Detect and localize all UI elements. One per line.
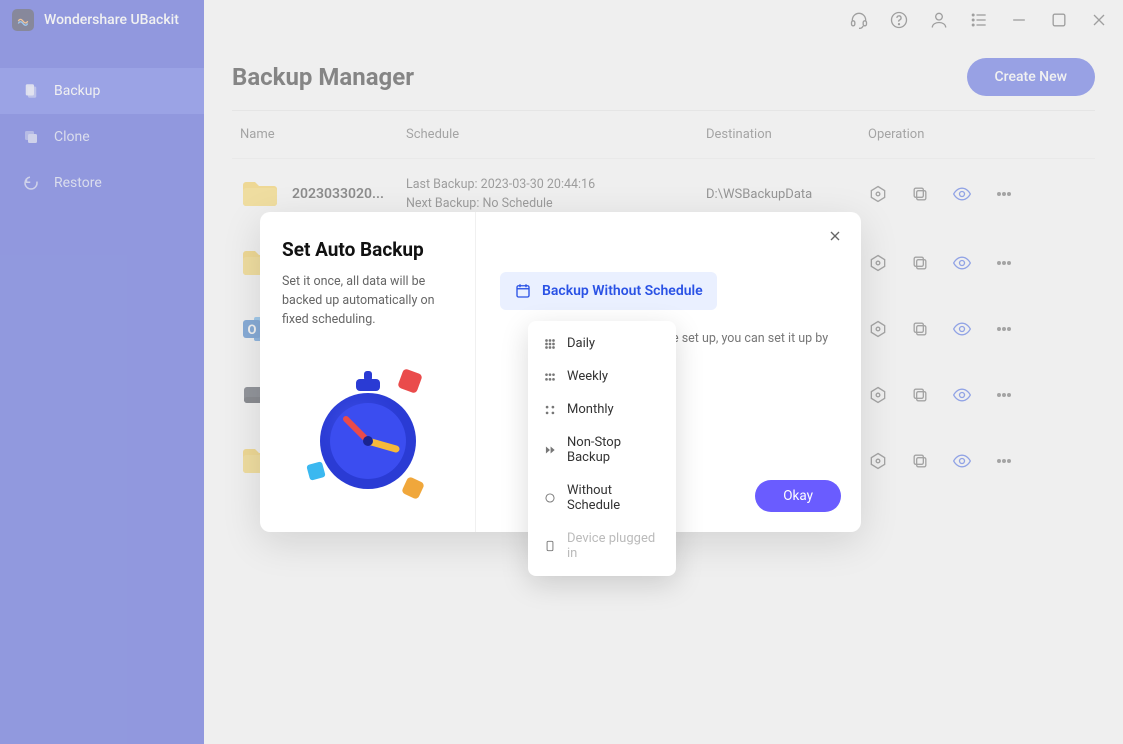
grid-dots-icon bbox=[543, 403, 557, 417]
grid-dots-icon bbox=[543, 370, 557, 384]
modal-title: Set Auto Backup bbox=[282, 238, 453, 261]
device-icon bbox=[543, 539, 557, 553]
dropdown-item-label: Without Schedule bbox=[567, 483, 661, 513]
modal-hint-text: e set up, you can set it up by bbox=[672, 330, 842, 349]
schedule-selector-button[interactable]: Backup Without Schedule bbox=[500, 272, 717, 310]
dropdown-item-weekly[interactable]: Weekly bbox=[528, 360, 676, 393]
circle-outline-icon bbox=[543, 491, 557, 505]
okay-button[interactable]: Okay bbox=[755, 480, 841, 512]
fast-forward-icon bbox=[543, 443, 557, 457]
dropdown-item-daily[interactable]: Daily bbox=[528, 327, 676, 360]
dropdown-item-monthly[interactable]: Monthly bbox=[528, 393, 676, 426]
dropdown-item-label: Daily bbox=[567, 336, 595, 351]
modal-left-panel: Set Auto Backup Set it once, all data wi… bbox=[260, 212, 476, 532]
dropdown-item-nonstop[interactable]: Non-Stop Backup bbox=[528, 426, 676, 474]
dropdown-item-label: Monthly bbox=[567, 402, 614, 417]
modal-close-button[interactable] bbox=[827, 228, 843, 244]
schedule-dropdown: Daily Weekly Monthly Non-Stop Backup Wit… bbox=[528, 321, 676, 576]
dropdown-item-device: Device plugged in bbox=[528, 522, 676, 570]
schedule-chip-label: Backup Without Schedule bbox=[542, 283, 703, 299]
dropdown-item-label: Weekly bbox=[567, 369, 608, 384]
grid-dots-icon bbox=[543, 337, 557, 351]
dropdown-item-label: Device plugged in bbox=[567, 531, 661, 561]
dropdown-item-label: Non-Stop Backup bbox=[567, 435, 661, 465]
clock-illustration-icon bbox=[282, 353, 453, 513]
dropdown-item-without[interactable]: Without Schedule bbox=[528, 474, 676, 522]
modal-description: Set it once, all data will be backed up … bbox=[282, 273, 453, 329]
calendar-icon bbox=[514, 282, 532, 300]
